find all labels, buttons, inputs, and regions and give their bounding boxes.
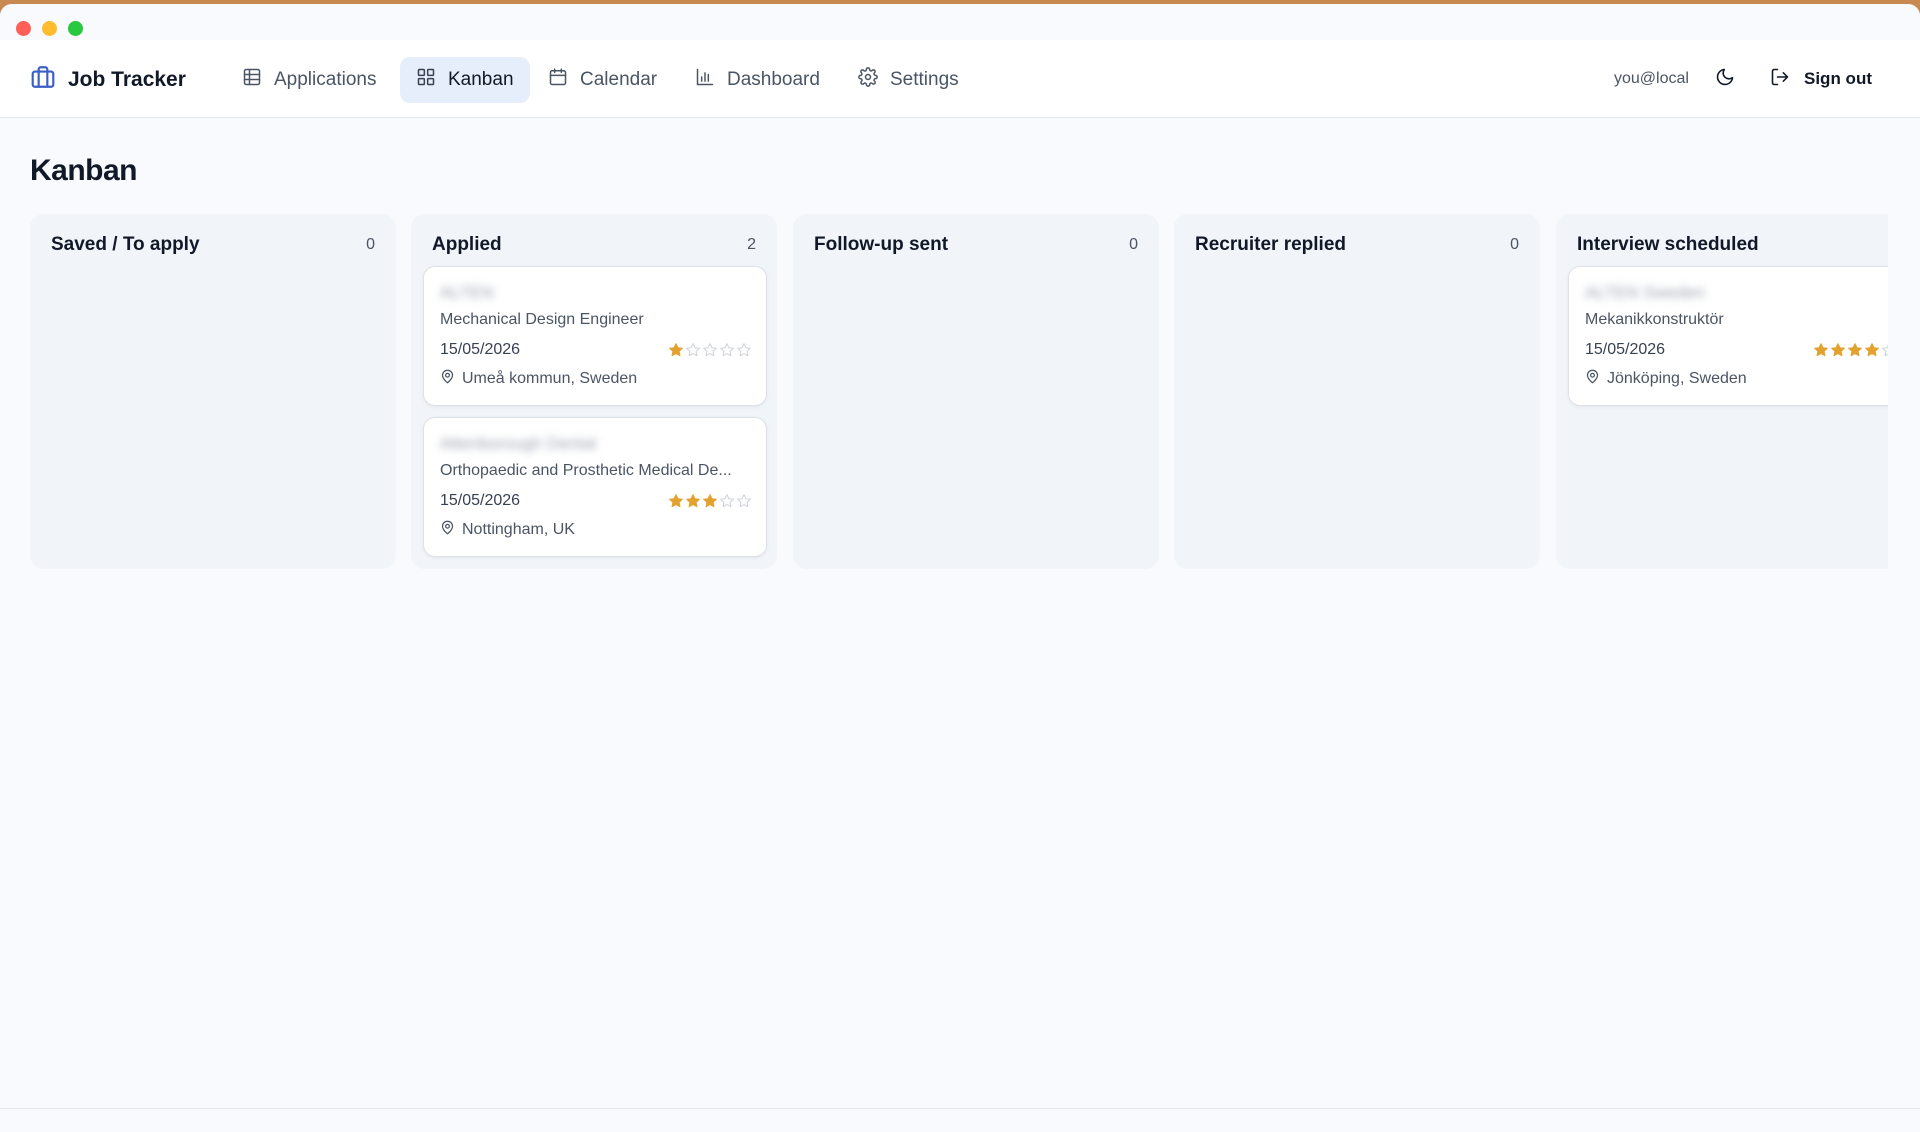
close-window-button[interactable] [16, 21, 31, 36]
star-filled-icon [669, 343, 683, 357]
card-role: Mekanikkonstruktör [1585, 311, 1724, 328]
nav-kanban[interactable]: Kanban [400, 57, 530, 103]
star-empty-icon [720, 494, 734, 508]
grid-icon [416, 67, 436, 93]
maximize-window-button[interactable] [68, 21, 83, 36]
gear-icon [858, 67, 878, 93]
kanban-column-follow-up: Follow-up sent 0 [793, 214, 1159, 569]
card-date: 15/05/2026 [1585, 341, 1666, 358]
user-email: you@local [1614, 70, 1689, 87]
footer-divider [0, 1108, 1920, 1109]
card-role: Mechanical Design Engineer [440, 311, 644, 328]
column-title: Saved / To apply [51, 234, 200, 255]
card-company: ALTEN [440, 283, 494, 302]
column-title: Follow-up sent [814, 234, 949, 255]
star-rating [1813, 342, 1888, 358]
briefcase-icon [30, 64, 56, 95]
card-company: ALTEN Sweden [1585, 283, 1705, 302]
card-location: Jönköping, Sweden [1585, 369, 1747, 389]
column-title: Recruiter replied [1195, 234, 1346, 255]
star-rating [668, 493, 752, 509]
minimize-window-button[interactable] [42, 21, 57, 36]
brand-name: Job Tracker [68, 67, 186, 91]
nav-applications[interactable]: Applications [226, 57, 392, 103]
nav-calendar-label: Calendar [580, 69, 658, 90]
star-empty-icon [720, 343, 734, 357]
map-pin-icon [1585, 369, 1600, 389]
column-header: Interview scheduled [1577, 234, 1888, 256]
card-date: 15/05/2026 [440, 492, 521, 509]
kanban-board: Saved / To apply 0 Applied 2 ALTEN Mecha… [30, 214, 1888, 569]
card-role: Orthopaedic and Prosthetic Medical De... [440, 462, 732, 479]
card-location-text: Nottingham, UK [462, 521, 575, 538]
card-location: Umeå kommun, Sweden [440, 369, 637, 389]
brand[interactable]: Job Tracker [30, 64, 186, 95]
nav-calendar[interactable]: Calendar [532, 57, 673, 103]
nav-dashboard[interactable]: Dashboard [679, 57, 836, 103]
card-company: Attenborough Dental [440, 434, 596, 453]
map-pin-icon [440, 520, 455, 540]
title-bar [0, 4, 1920, 40]
column-header: Follow-up sent 0 [814, 234, 1138, 256]
column-header: Applied 2 [432, 234, 756, 256]
top-navbar: Job Tracker Applications Kanban Calendar… [0, 40, 1920, 118]
column-title: Interview scheduled [1577, 234, 1759, 255]
column-count: 0 [366, 236, 375, 253]
card-date: 15/05/2026 [440, 341, 521, 358]
star-filled-icon [703, 494, 717, 508]
moon-icon [1715, 67, 1735, 92]
map-pin-icon [440, 369, 455, 389]
star-filled-icon [669, 494, 683, 508]
bar-chart-icon [695, 67, 715, 93]
column-count: 0 [1510, 236, 1519, 253]
job-card[interactable]: ALTEN Sweden Mekanikkonstruktör 15/05/20… [1568, 266, 1888, 406]
card-location-text: Jönköping, Sweden [1607, 370, 1747, 387]
job-card[interactable]: ALTEN Mechanical Design Engineer 15/05/2… [423, 266, 767, 406]
kanban-column-applied: Applied 2 ALTEN Mechanical Design Engine… [411, 214, 777, 569]
star-rating [668, 342, 752, 358]
column-count: 2 [747, 236, 756, 253]
job-card[interactable]: Attenborough Dental Orthopaedic and Pros… [423, 417, 767, 557]
page-title: Kanban [30, 154, 138, 187]
logout-icon [1770, 67, 1790, 92]
sign-out-label: Sign out [1804, 69, 1872, 88]
table-icon [242, 67, 262, 93]
kanban-column-recruiter-replied: Recruiter replied 0 [1174, 214, 1540, 569]
star-filled-icon [1814, 343, 1828, 357]
column-header: Saved / To apply 0 [51, 234, 375, 256]
theme-toggle-button[interactable] [1710, 64, 1740, 94]
column-count: 0 [1129, 236, 1138, 253]
column-title: Applied [432, 234, 502, 255]
nav-kanban-label: Kanban [448, 69, 514, 90]
star-filled-icon [686, 494, 700, 508]
star-empty-icon [1882, 344, 1888, 357]
star-filled-icon [1848, 343, 1862, 357]
sign-out-button[interactable]: Sign out [1770, 63, 1872, 95]
card-location-text: Umeå kommun, Sweden [462, 370, 638, 387]
nav-dashboard-label: Dashboard [727, 69, 820, 90]
card-location: Nottingham, UK [440, 520, 575, 540]
star-empty-icon [737, 494, 751, 508]
nav-settings-label: Settings [890, 69, 959, 90]
kanban-column-saved: Saved / To apply 0 [30, 214, 396, 569]
star-filled-icon [1831, 343, 1845, 357]
star-filled-icon [1865, 343, 1879, 357]
star-empty-icon [703, 343, 717, 357]
app-window: Job Tracker Applications Kanban Calendar… [0, 4, 1920, 1132]
nav-settings[interactable]: Settings [842, 57, 975, 103]
nav-applications-label: Applications [274, 69, 377, 90]
calendar-icon [548, 67, 568, 93]
kanban-column-interview-scheduled: Interview scheduled ALTEN Sweden Mekanik… [1556, 214, 1888, 569]
star-empty-icon [737, 343, 751, 357]
column-header: Recruiter replied 0 [1195, 234, 1519, 256]
star-empty-icon [686, 343, 700, 357]
